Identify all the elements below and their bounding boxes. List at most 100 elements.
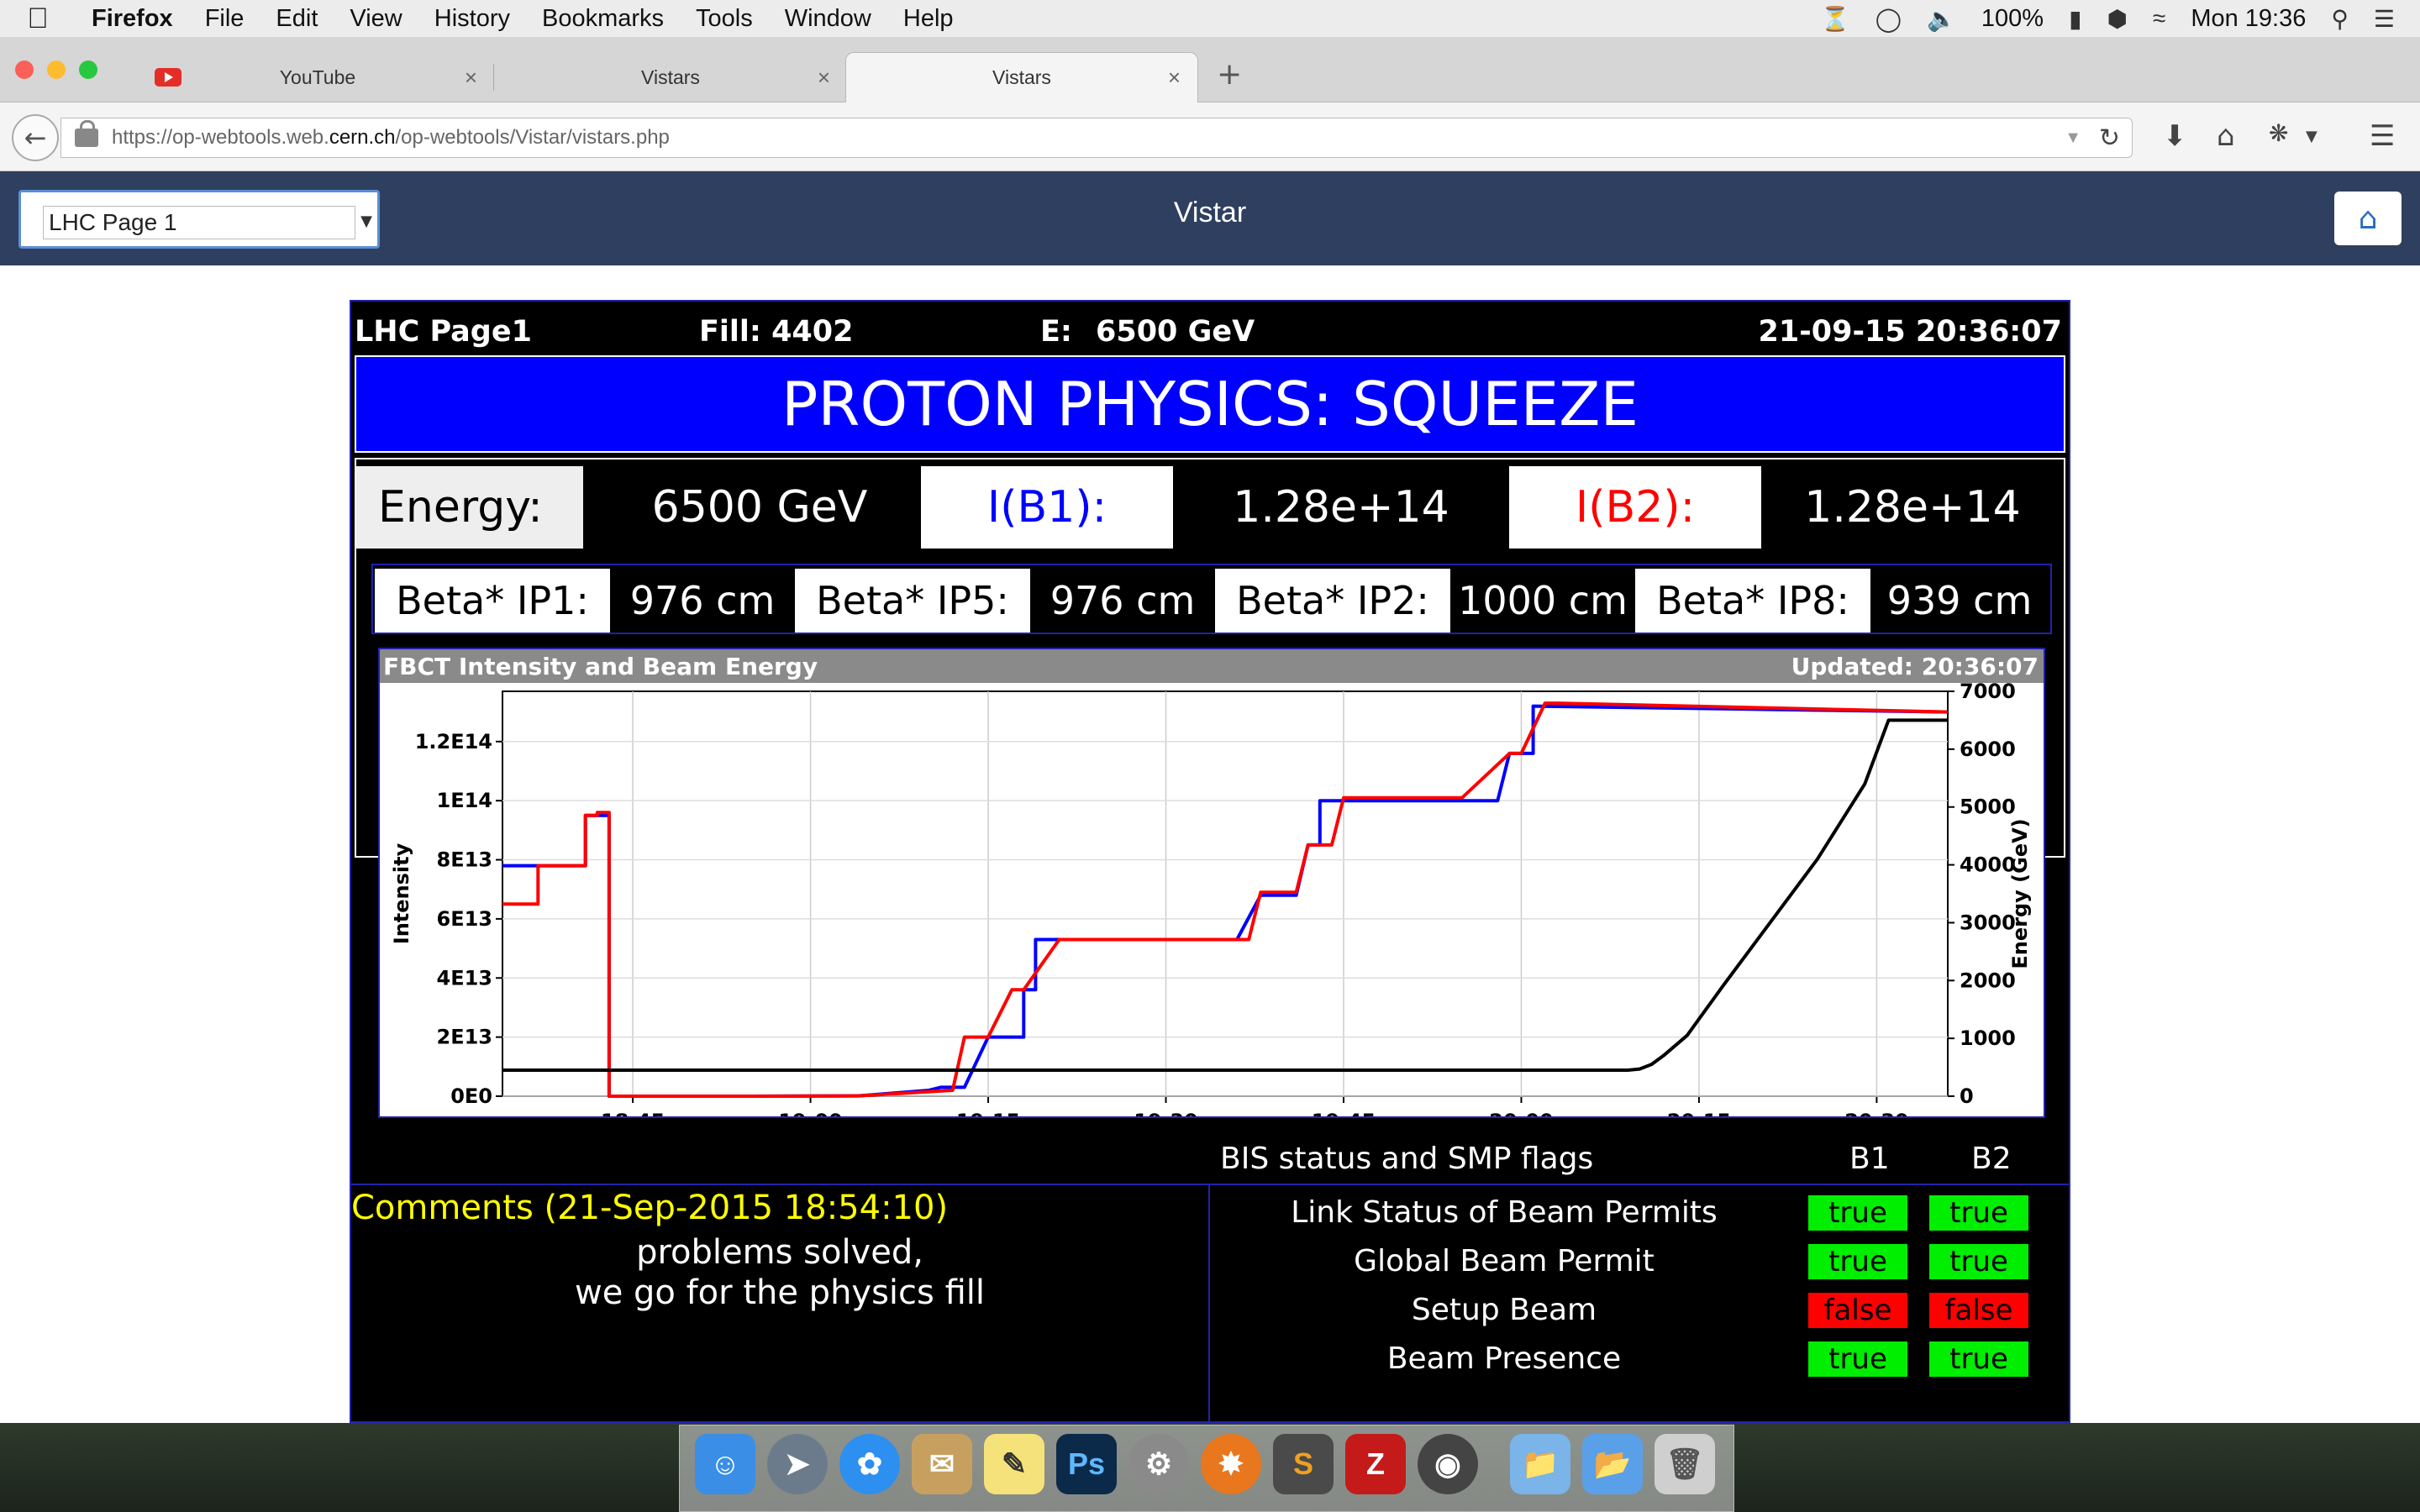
flag-row: Beam Presence true true [1210, 1336, 2069, 1385]
beta-ip1-label: Beta* IP1: [375, 569, 610, 633]
lock-icon [75, 120, 98, 147]
sync-icon[interactable]: ◯ [1876, 5, 1902, 33]
menu-history[interactable]: History [418, 5, 526, 33]
minimize-window-button[interactable] [47, 60, 66, 79]
bis-title: BIS status and SMP flags [1220, 1142, 1594, 1176]
extension-icon[interactable]: ❋ [2269, 119, 2288, 147]
close-tab-icon[interactable]: × [465, 65, 477, 91]
hamburger-menu-icon[interactable]: ☰ [2370, 119, 2395, 153]
bluetooth-icon[interactable]: ⬢ [2107, 5, 2128, 33]
battery-percent[interactable]: 100% [1981, 5, 2044, 33]
menu-bookmarks[interactable]: Bookmarks [526, 5, 680, 33]
ib2-value: 1.28e+14 [1761, 466, 2064, 549]
zoom-window-button[interactable] [79, 60, 97, 79]
download-icon[interactable]: ⬇ [2163, 119, 2187, 153]
extension-dropdown-icon[interactable]: ▼ [2306, 128, 2317, 145]
menu-file[interactable]: File [189, 5, 260, 33]
new-tab-button[interactable]: + [1217, 57, 1242, 92]
menu-view[interactable]: View [334, 5, 418, 33]
close-tab-icon[interactable]: × [1168, 65, 1181, 91]
y2-tick-label: 0 [1960, 1084, 1974, 1108]
y2-tick-label: 1000 [1960, 1026, 2016, 1050]
x-tick-label: 19:45 [1312, 1110, 1376, 1116]
menu-tools[interactable]: Tools [680, 5, 769, 33]
menu-edit[interactable]: Edit [260, 5, 334, 33]
lhc-page-panel: LHC Page1 Fill: 4402 E: 6500 GeV 21-09-1… [350, 300, 2070, 1423]
reload-icon[interactable]: ↻ [2099, 123, 2120, 153]
ib2-label: I(B2): [1509, 466, 1761, 549]
tab-label: YouTube [279, 66, 356, 88]
beam-mode-banner: PROTON PHYSICS: SQUEEZE [355, 355, 2065, 453]
flag-b2: true [1929, 1244, 2028, 1279]
flag-label: Link Status of Beam Permits [1291, 1195, 1718, 1230]
flag-b2: true [1929, 1195, 2028, 1231]
flag-b1: true [1808, 1244, 1907, 1279]
url-path: /op-webtools/Vistar/vistars.php [395, 126, 670, 149]
menu-clock[interactable]: Mon 19:36 [2191, 5, 2306, 33]
filezilla-icon[interactable]: Z [1345, 1434, 1406, 1494]
home-icon[interactable]: ⌂ [2217, 119, 2235, 153]
folder-icon[interactable]: 📁 [1510, 1434, 1570, 1494]
flag-b2: false [1929, 1293, 2028, 1328]
wifi-icon[interactable]: ≈ [2153, 5, 2165, 32]
tab-label: Vistars [992, 66, 1051, 88]
tab-vistars-active[interactable]: Vistars × [845, 52, 1198, 102]
y2-tick-label: 3000 [1960, 911, 2016, 934]
trash-icon[interactable]: 🗑 [1655, 1434, 1715, 1494]
time-machine-icon[interactable]: ⏳ [1821, 5, 1850, 33]
beta-ip5-label: Beta* IP5: [795, 569, 1030, 633]
x-tick-label: 20:00 [1489, 1110, 1553, 1116]
system-preferences-icon[interactable]: ⚙ [1128, 1434, 1189, 1494]
home-button[interactable]: ⌂ [2334, 192, 2402, 245]
safari-icon[interactable]: ✿ [839, 1434, 900, 1494]
tab-vistars-1[interactable]: Vistars × [494, 52, 847, 102]
comments-line-2: we go for the physics fill [574, 1273, 986, 1312]
tab-youtube[interactable]: YouTube × [141, 52, 494, 102]
beta-star-row: Beta* IP1: 976 cm Beta* IP5: 976 cm Beta… [371, 564, 2052, 634]
flag-label: Global Beam Permit [1354, 1244, 1655, 1278]
beta-ip5-value: 976 cm [1050, 578, 1196, 623]
back-button[interactable]: ← [12, 114, 59, 161]
sequel-pro-icon[interactable]: ◉ [1418, 1434, 1478, 1494]
y2-tick-label: 5000 [1960, 795, 2016, 819]
macos-menu-bar:  Firefox File Edit View History Bookmar… [0, 0, 2420, 37]
close-window-button[interactable] [15, 60, 34, 79]
volume-icon[interactable]: 🔈 [1927, 5, 1956, 33]
apple-logo-icon[interactable]:  [0, 3, 76, 35]
spotlight-search-icon[interactable]: ⚲ [2331, 5, 2349, 33]
y-tick-label: 1.2E14 [415, 730, 492, 753]
mail-icon[interactable]: ✉ [912, 1434, 972, 1494]
downloads-folder-icon[interactable]: 📂 [1582, 1434, 1643, 1494]
launchpad-icon[interactable]: ➤ [767, 1434, 828, 1494]
y2-tick-label: 4000 [1960, 853, 2016, 877]
sublime-text-icon[interactable]: S [1273, 1434, 1334, 1494]
menu-help[interactable]: Help [887, 5, 970, 33]
menu-window[interactable]: Window [769, 5, 887, 33]
youtube-icon [155, 68, 182, 87]
vistar-title: Vistar [1173, 197, 1247, 228]
url-bar[interactable]: https://op-webtools.web. cern.ch/op-webto… [60, 118, 2133, 158]
browser-tab-bar: YouTube × Vistars × Vistars × + [0, 37, 2420, 102]
battery-icon[interactable]: ▮ [2069, 5, 2081, 33]
finder-icon[interactable]: ☺ [695, 1434, 755, 1494]
url-history-dropdown-icon[interactable]: ▼ [2065, 129, 2081, 148]
menu-app-name[interactable]: Firefox [76, 5, 189, 33]
notification-center-icon[interactable]: ☰ [2374, 5, 2395, 33]
y-tick-label: 1E14 [437, 789, 493, 812]
url-prefix: https://op-webtools.web. [112, 126, 329, 149]
chart-updated: Updated: 20:36:07 [1791, 653, 2039, 680]
timestamp: 21-09-15 20:36:07 [1758, 315, 2062, 349]
photoshop-icon[interactable]: Ps [1056, 1434, 1117, 1494]
comments-body: problems solved, we go for the physics f… [351, 1232, 1208, 1313]
y-tick-label: 2E13 [437, 1026, 493, 1049]
close-tab-icon[interactable]: × [818, 65, 830, 91]
dock: ☺ ➤ ✿ ✉ ✎ Ps ⚙ ✸ S Z ◉ 📁 📂 🗑 [679, 1425, 1734, 1512]
beta-ip8-label: Beta* IP8: [1635, 569, 1870, 633]
y2-tick-label: 2000 [1960, 969, 2016, 992]
plot-area [502, 690, 1949, 1097]
notes-icon[interactable]: ✎ [984, 1434, 1044, 1494]
b1-column-header: B1 [1849, 1142, 1890, 1176]
firefox-icon[interactable]: ✸ [1201, 1434, 1261, 1494]
status-row: LHC Page1 Fill: 4402 E: 6500 GeV 21-09-1… [351, 308, 2069, 350]
flag-b2: true [1929, 1341, 2028, 1377]
